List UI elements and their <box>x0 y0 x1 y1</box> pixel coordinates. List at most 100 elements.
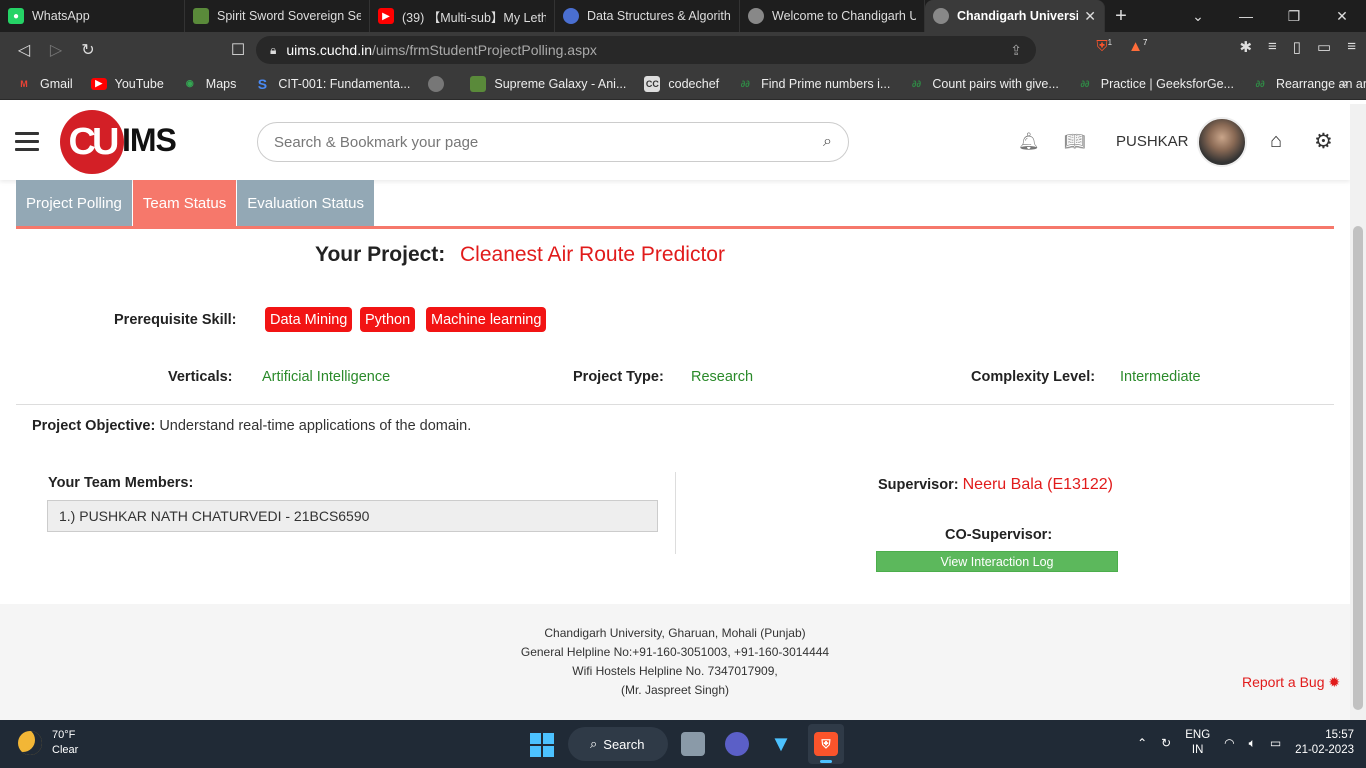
new-tab-button[interactable]: + <box>1105 0 1137 32</box>
extensions-icon[interactable]: ✱ <box>1239 38 1252 56</box>
restore-button[interactable]: ❐ <box>1270 0 1318 32</box>
youtube-icon: ▶ <box>378 8 394 24</box>
bookmark-item[interactable]: ∂∂ Find Prime numbers i... <box>737 76 891 92</box>
search-input[interactable] <box>274 133 794 151</box>
book-icon[interactable]: 📖︎ <box>1064 132 1086 152</box>
language-indicator[interactable]: ENG IN <box>1185 728 1210 758</box>
weather-widget[interactable]: 70°F Clear <box>18 728 78 758</box>
volume-icon[interactable]: 🔈︎ <box>1249 736 1256 751</box>
home-icon[interactable]: ⌂ <box>1270 130 1282 153</box>
bookmark-item[interactable]: S CIT-001: Fundamenta... <box>254 75 411 92</box>
clock[interactable]: 15:57 21-02-2023 <box>1295 728 1354 758</box>
reload-icon[interactable]: ↻ <box>72 40 104 60</box>
bell-icon[interactable]: 🔔︎ <box>1018 132 1040 152</box>
bookmark-item[interactable]: CC codechef <box>644 75 719 92</box>
codechef-icon: CC <box>644 75 661 92</box>
bookmark-item[interactable]: ∂∂ Practice | GeeksforGe... <box>1077 76 1234 92</box>
sync-icon[interactable]: ↻ <box>1161 736 1171 750</box>
app-icon[interactable]: ▼ <box>769 731 793 756</box>
active-indicator <box>820 760 832 763</box>
skill-chip: Python <box>360 307 416 332</box>
bookmark-label: Count pairs with give... <box>932 76 1059 91</box>
bookmark-item[interactable]: M Gmail <box>16 76 73 92</box>
verticals-value: Artificial Intelligence <box>262 369 391 385</box>
cuims-logo[interactable]: CU IMS <box>60 108 180 174</box>
browser-tab[interactable]: Spirit Sword Sovereign Seas <box>185 0 370 32</box>
tab-team-status[interactable]: Team Status <box>132 180 237 226</box>
complexity-label: Complexity Level: <box>971 369 1096 385</box>
lang-code: ENG <box>1185 729 1211 741</box>
bookmark-item[interactable] <box>428 75 452 92</box>
bookmarks-more-icon[interactable]: » <box>1341 76 1348 90</box>
battery-icon[interactable]: ▭ <box>1270 736 1281 750</box>
bookmark-item[interactable]: ▶ YouTube <box>90 77 164 91</box>
wifi-icon[interactable]: ◠ <box>1224 736 1234 750</box>
scrollbar-thumb[interactable] <box>1353 226 1363 710</box>
project-objective: Project Objective: Understand real-time … <box>32 418 471 434</box>
tab-title: Data Structures & Algorithm <box>587 9 731 23</box>
browser-tab[interactable]: Data Structures & Algorithm <box>555 0 740 32</box>
wallet-icon[interactable]: ▭ <box>1317 38 1331 56</box>
bookmark-label: Gmail <box>40 76 73 91</box>
user-name[interactable]: PUSHKAR <box>1116 133 1189 150</box>
date: 21-02-2023 <box>1295 744 1354 756</box>
bookmark-item[interactable]: ∂∂ Count pairs with give... <box>908 76 1059 92</box>
report-bug-label: Report a Bug <box>1242 674 1325 690</box>
share-icon[interactable]: ⇪ <box>1010 42 1022 59</box>
footer-contact: (Mr. Jaspreet Singh) <box>620 683 730 697</box>
minimize-button[interactable]: — <box>1222 0 1270 32</box>
image-icon <box>193 8 209 24</box>
avatar[interactable] <box>1197 117 1247 167</box>
brave-shield-icon[interactable]: ⛨1 <box>1096 38 1112 56</box>
meet-icon[interactable] <box>725 732 749 756</box>
supervisor: Supervisor: Neeru Bala (E13122) <box>878 476 1113 494</box>
bookmark-icon[interactable]: ☐ <box>222 40 254 60</box>
hamburger-menu-icon[interactable] <box>15 132 39 156</box>
search-bar[interactable]: ⌕ <box>257 122 849 162</box>
chevron-up-icon[interactable]: ⌃ <box>1137 736 1147 750</box>
close-tab-icon[interactable]: ✕ <box>1084 8 1096 25</box>
globe-icon <box>933 8 949 24</box>
address-bar-row: ◁ ▷ ↻ ☐ 🔒︎ uims.cuchd.in/uims/frmStudent… <box>0 32 1366 68</box>
s-icon: S <box>257 75 268 92</box>
browser-tab[interactable]: ▶ (39) 【Multi-sub】My Lethal M <box>370 0 555 32</box>
sidebar-icon[interactable]: ▯ <box>1293 38 1301 56</box>
taskbar-search[interactable]: ⌕ Search <box>568 727 668 761</box>
browser-tab-active[interactable]: Chandigarh University ✕ <box>925 0 1105 32</box>
search-icon[interactable]: ⌕ <box>823 133 832 151</box>
gear-icon[interactable]: ⚙ <box>1314 129 1333 154</box>
tab-search-icon[interactable]: ⌄ <box>1174 0 1222 32</box>
menu-icon[interactable]: ≡ <box>1347 38 1356 56</box>
maps-icon: ◉ <box>185 78 194 88</box>
team-member-row: 1.) PUSHKAR NATH CHATURVEDI - 21BCS6590 <box>47 500 658 532</box>
start-button[interactable] <box>530 733 554 757</box>
browser-tab[interactable]: ● WhatsApp <box>0 0 185 32</box>
bookmarks-bar: M Gmail ▶ YouTube ◉ Maps S CIT-001: Fundamen… <box>0 68 1366 100</box>
bookmark-item[interactable]: ◉ Maps <box>182 76 237 92</box>
tab-title: WhatsApp <box>32 9 90 23</box>
browser-tab[interactable]: Welcome to Chandigarh Uni <box>740 0 925 32</box>
close-window-button[interactable]: ✕ <box>1318 0 1366 32</box>
bookmark-item[interactable]: ∂∂ Rearrange an array wi... <box>1252 76 1366 92</box>
view-interaction-log-button[interactable]: View Interaction Log <box>876 551 1118 572</box>
task-view-icon[interactable] <box>681 732 705 756</box>
forward-icon[interactable]: ▷ <box>40 40 72 60</box>
report-bug-link[interactable]: Report a Bug ✹ <box>1242 674 1340 691</box>
tab-title: Welcome to Chandigarh Uni <box>772 9 916 23</box>
page-scrollbar[interactable] <box>1350 104 1366 720</box>
lang-region: IN <box>1191 744 1204 756</box>
brave-taskbar-button[interactable]: ⛨ <box>808 724 844 764</box>
tab-evaluation-status[interactable]: Evaluation Status <box>237 180 375 226</box>
url-field[interactable]: 🔒︎ uims.cuchd.in/uims/frmStudentProjectP… <box>256 36 1036 64</box>
gfg-icon: ∂∂ <box>1255 78 1265 89</box>
toolbar-spacer <box>1163 38 1223 56</box>
lock-icon: 🔒︎ <box>270 42 277 57</box>
time: 15:57 <box>1325 729 1354 741</box>
back-icon[interactable]: ◁ <box>8 40 40 60</box>
playlist-icon[interactable]: ≡ <box>1268 38 1277 56</box>
bookmark-item[interactable]: Supreme Galaxy - Ani... <box>470 75 626 92</box>
search-label: Search <box>603 736 645 752</box>
tab-project-polling[interactable]: Project Polling <box>16 180 132 226</box>
rewards-icon[interactable]: ▲7 <box>1128 38 1147 56</box>
cosupervisor-label: CO-Supervisor: <box>945 527 1053 543</box>
